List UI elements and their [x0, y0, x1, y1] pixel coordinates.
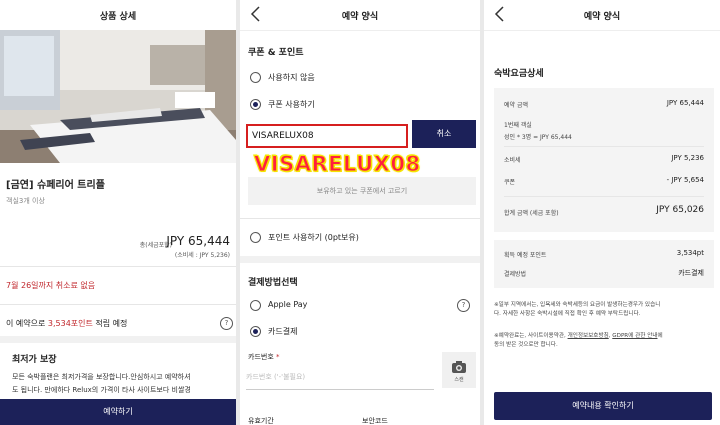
notice-2-prefix: ※예약완료는, 사이트이용약관,	[494, 333, 568, 339]
card-label-text: 카드번호	[248, 353, 274, 361]
confirm-booking-button[interactable]: 예약내용 확인하기	[494, 392, 712, 420]
notice-2-suffix: 에	[657, 333, 663, 339]
booking-amount-label: 예약 금액	[504, 102, 528, 109]
section-title: 숙박요금상세	[494, 69, 544, 79]
method-value: 카드결제	[678, 269, 704, 277]
radio-card-payment[interactable]	[250, 326, 261, 337]
notice-2-line-1: ※예약완료는, 사이트이용약관, 개인정보보호방침, GDPR에 관한 안내에	[494, 331, 663, 339]
section-gap	[240, 256, 480, 263]
divider	[504, 196, 704, 197]
coupon-section-title: 쿠폰 & 포인트	[248, 48, 304, 58]
hotel-room-photo	[0, 30, 236, 163]
apple-pay-label: Apple Pay	[268, 300, 308, 309]
room1-detail: 성인 * 3명 = JPY 65,444	[504, 134, 572, 141]
cancel-button[interactable]: 취소	[412, 120, 476, 148]
radio-use-coupon[interactable]	[250, 99, 261, 110]
tax-note: (소비세 : JPY 5,236)	[174, 252, 230, 259]
header: 상품 상세	[0, 0, 236, 31]
scan-label: 스캔	[454, 377, 464, 383]
header: 예약 양식	[240, 0, 480, 31]
required-mark: *	[276, 353, 280, 361]
header: 예약 양식	[484, 0, 720, 31]
booking-form-screen: 예약 양식 쿠폰 & 포인트 사용하지 않음 쿠폰 사용하기 VISARELUX…	[240, 0, 480, 425]
section-gap	[0, 336, 236, 343]
cancel-policy: 7월 26일까지 취소료 없음	[6, 281, 96, 290]
price-breakdown: 예약 금액 JPY 65,444 1번째 객실 성인 * 3명 = JPY 65…	[494, 88, 714, 232]
card-number-label: 카드번호 *	[248, 352, 280, 362]
gdpr-link[interactable]: GDPR에 관한 안내	[612, 333, 657, 339]
total-value: JPY 65,026	[656, 205, 704, 215]
payment-summary: 획득 예정 포인트 3,534pt 결제방법 카드결제	[494, 240, 714, 288]
option-use-points-label: 포인트 사용하기 (0pt보유)	[268, 233, 359, 242]
best-price-text-1: 모든 숙박플랜은 최저가격을 보장합니다.안심하시고 예약하셔	[12, 373, 191, 381]
option-no-use-label: 사용하지 않음	[268, 73, 315, 82]
scan-button[interactable]: 스캔	[442, 352, 476, 388]
choose-coupon-button[interactable]: 보유하고 있는 쿠폰에서 고르기	[248, 177, 476, 205]
expiry-label: 유효기간	[248, 417, 274, 425]
book-button[interactable]: 예약하기	[0, 399, 236, 425]
points-suffix: 적립 예정	[92, 319, 128, 328]
room-name: [금연] 슈페리어 트리플	[6, 180, 105, 191]
divider	[240, 218, 480, 219]
divider	[504, 146, 704, 147]
card-payment-label: 카드결제	[268, 327, 298, 336]
coupon-code-input[interactable]: VISARELUX08	[246, 124, 408, 148]
privacy-policy-link[interactable]: 개인정보보호방침	[568, 333, 609, 339]
coupon-label: 쿠폰	[504, 179, 516, 186]
payment-section-title: 결제방법선택	[248, 278, 298, 288]
security-code-label: 보안코드	[362, 417, 388, 425]
notice-2-line-2: 동의 받은 것으로만 합니다.	[494, 342, 558, 348]
total-label: 합계 금액 (세금 포함)	[504, 210, 559, 217]
points-value: 3,534포인트	[47, 319, 93, 328]
page-title: 예약 양식	[583, 12, 621, 22]
booking-amount-value: JPY 65,444	[666, 99, 704, 107]
page-title: 상품 상세	[99, 12, 137, 22]
option-use-coupon-label: 쿠폰 사용하기	[268, 100, 315, 109]
notice-1-line-2: 다. 자세한 사항은 숙박시설에 직접 확인 후 예약 부탁드립니다.	[494, 311, 641, 317]
coupon-value: - JPY 5,654	[666, 176, 704, 184]
guest-count: 객실3개 이상	[6, 197, 45, 205]
best-price-text-2: 도 됩니다. 만에하다 Relux의 가격이 타사 사이트보다 비쌀경	[12, 386, 191, 394]
total-price: JPY 65,444	[166, 234, 230, 248]
product-detail-screen: 상품 상세 [금연] 슈페리어 트리플 객실3개 이상 총(세금포함) JPY …	[0, 0, 236, 425]
tax-value: JPY 5,236	[671, 154, 704, 162]
tax-label: 소비세	[504, 157, 521, 164]
notice-1-line-1: ※일부 지역에서는, 입욕세와 숙박세등의 요금이 발생하는경우가 있습니	[494, 302, 661, 308]
points-prefix: 이 예약으로	[6, 319, 48, 328]
method-label: 결제방법	[504, 271, 527, 278]
room1-label: 1번째 객실	[504, 122, 532, 129]
coupon-code-overlay: VISARELUX08	[254, 152, 421, 177]
camera-icon	[452, 358, 466, 377]
help-icon[interactable]: ?	[457, 299, 470, 312]
radio-apple-pay[interactable]	[250, 300, 261, 311]
radio-use-points[interactable]	[250, 232, 261, 243]
points-notice: 이 예약으로 3,534포인트 적립 예정	[6, 318, 127, 329]
best-price-title: 최저가 보장	[12, 355, 57, 365]
card-number-input[interactable]: 카드번호 ('-'불필요)	[246, 365, 434, 390]
points-value: 3,534pt	[676, 249, 704, 257]
divider	[0, 266, 236, 267]
page-title: 예약 양식	[341, 12, 379, 22]
help-icon[interactable]: ?	[220, 317, 233, 330]
booking-summary-screen: 예약 양식 숙박요금상세 예약 금액 JPY 65,444 1번째 객실 성인 …	[484, 0, 720, 425]
radio-no-use[interactable]	[250, 72, 261, 83]
points-label: 획득 예정 포인트	[504, 252, 547, 259]
divider	[0, 304, 236, 305]
